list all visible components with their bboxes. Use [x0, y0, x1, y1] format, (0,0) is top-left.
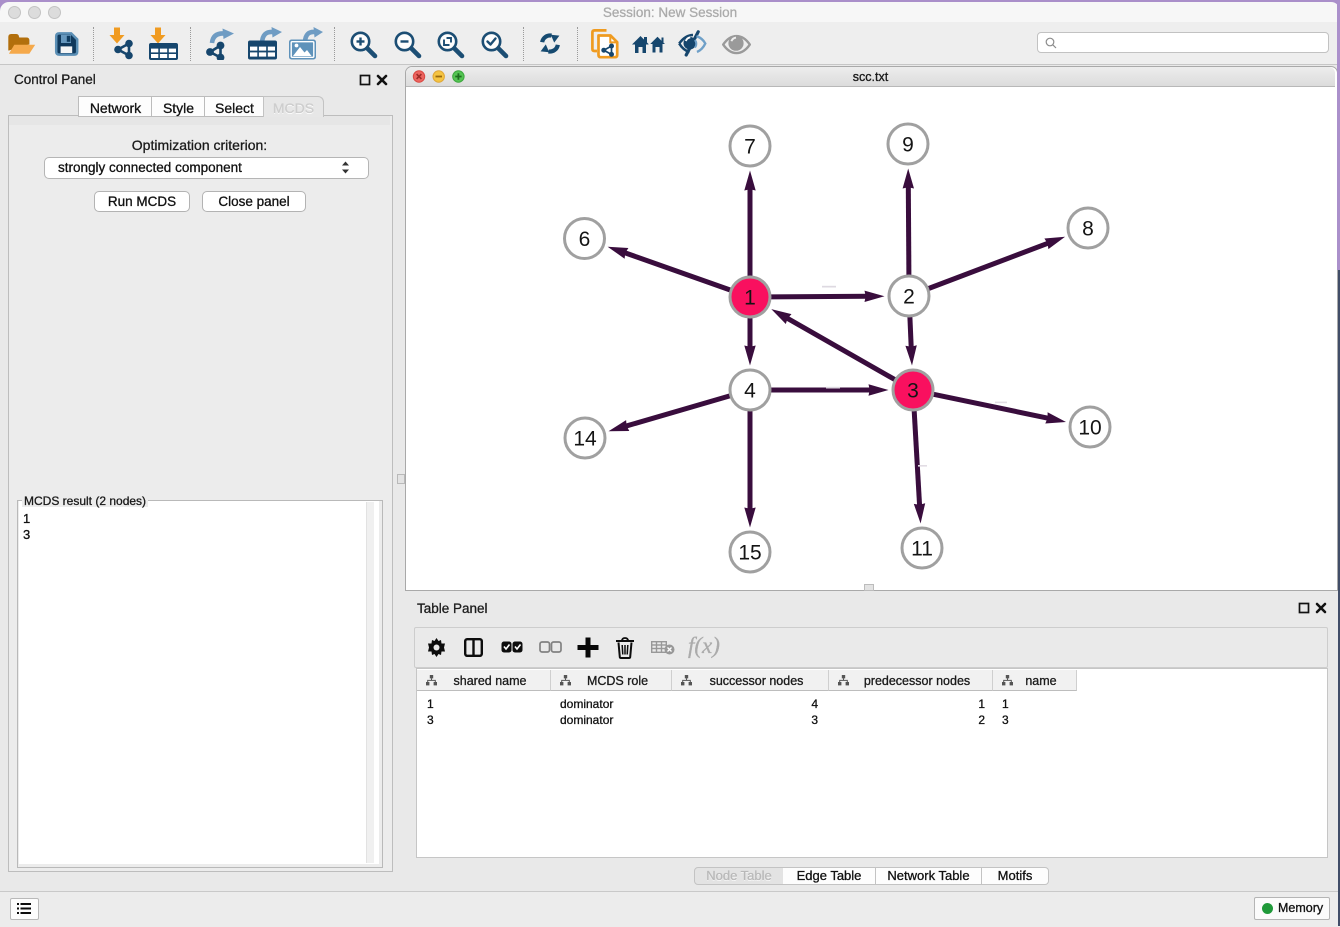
svg-text:10: 10: [1078, 417, 1101, 440]
svg-text:7: 7: [744, 136, 756, 159]
svg-text:4: 4: [744, 380, 756, 403]
svg-text:1: 1: [744, 287, 756, 310]
svg-text:9: 9: [902, 134, 914, 157]
svg-text:15: 15: [738, 542, 761, 565]
svg-text:8: 8: [1082, 218, 1094, 241]
svg-text:11: 11: [911, 538, 933, 561]
svg-text:2: 2: [903, 286, 915, 309]
svg-text:3: 3: [907, 380, 919, 403]
svg-text:6: 6: [579, 228, 591, 251]
svg-text:14: 14: [573, 428, 597, 451]
